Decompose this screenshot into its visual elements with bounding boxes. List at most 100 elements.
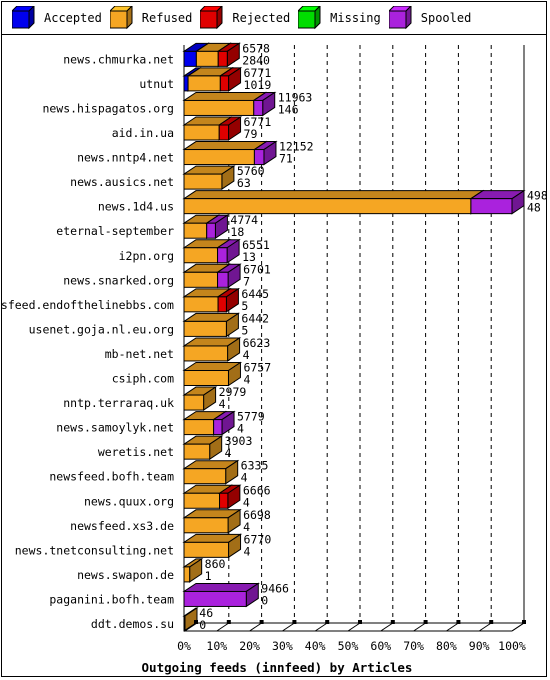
bar-value-secondary: 79 (244, 127, 258, 141)
bar-value-secondary: 0 (199, 618, 206, 632)
labels-group: news.chmurka.net65782840utnut67711019new… (2, 41, 546, 653)
bar-row (182, 214, 230, 240)
bar-row (182, 287, 241, 313)
x-tick (216, 622, 230, 632)
x-tick (413, 622, 426, 632)
x-tick-label: 80% (436, 639, 457, 653)
bar-segment-front (183, 370, 229, 386)
category-label: csiph.com (112, 372, 174, 386)
x-tick-marker (358, 620, 362, 624)
category-label: newsfeed.bofh.team (49, 470, 174, 484)
bar-row (182, 508, 242, 534)
bar-segment-top (182, 190, 485, 200)
category-label: news.ausics.net (70, 175, 174, 189)
category-label: news.nntp4.net (77, 151, 174, 165)
x-tick-label: 60% (370, 639, 391, 653)
legend-label: Rejected (232, 11, 291, 25)
legend-label: Refused (141, 11, 193, 25)
cube-icon (388, 6, 415, 30)
bar-segment-side (184, 607, 198, 632)
x-tick-label: 100% (498, 639, 526, 653)
x-tick-marker (423, 620, 428, 624)
category-label: aid.in.ua (112, 126, 174, 140)
x-tick (347, 622, 361, 632)
bar-value-secondary: 4 (225, 446, 232, 460)
bar-segment-front (183, 271, 219, 288)
x-tick-marker (194, 620, 198, 624)
bar-segment-front (183, 419, 215, 436)
bars-group (182, 42, 526, 632)
x-tick (282, 622, 295, 632)
category-label: news.1d4.us (98, 200, 174, 214)
x-tick-marker (226, 620, 231, 624)
bar-segment-front (253, 149, 265, 166)
bar-segment-front (183, 443, 211, 460)
bar-segment-front (219, 492, 229, 509)
category-label: news.snarked.org (63, 273, 174, 287)
bar-value-secondary: 146 (278, 102, 299, 116)
bar-value-secondary: 71 (279, 152, 293, 166)
bar-segment-top (182, 141, 269, 151)
bar-segment-front (183, 247, 219, 264)
bar-segment-front (206, 222, 216, 239)
bar-segment-front (183, 320, 227, 337)
category-label: news.quux.org (84, 494, 174, 508)
category-label: ddt.demos.su (91, 617, 174, 631)
bar-row (182, 459, 240, 485)
x-tick-label: 40% (305, 639, 326, 653)
chart-axis-title: Outgoing feeds (innfeed) by Articles (142, 660, 413, 675)
legend-item-spooled: Spooled (388, 6, 472, 30)
x-tick-marker (325, 620, 330, 624)
category-label: usenet.goja.nl.eu.org (29, 322, 174, 336)
x-tick-marker (522, 620, 526, 624)
x-tick-marker (456, 620, 461, 624)
x-tick-label: 30% (272, 639, 293, 653)
x-tick-label: 50% (338, 639, 359, 653)
bar-segment-front (217, 271, 229, 288)
bar-segment-front (183, 492, 221, 509)
bar-segment-top (182, 91, 268, 101)
cube-icon (12, 6, 38, 30)
bar-row (182, 582, 260, 608)
legend-item-missing: Missing (298, 6, 381, 30)
bar-value-secondary: 0 (261, 593, 268, 607)
bar-segment-front (183, 566, 191, 583)
category-label: utnut (139, 77, 174, 91)
x-tick (249, 622, 262, 632)
x-tick (314, 622, 328, 632)
x-tick-label: 10% (206, 639, 227, 653)
x-tick (478, 622, 492, 632)
bar-segment-front (213, 419, 223, 436)
bar-segment-front (253, 99, 264, 116)
bar-row (182, 116, 243, 141)
bar-row (182, 337, 242, 362)
bar-segment-front (183, 517, 229, 534)
bar-segment-front (183, 198, 472, 215)
category-label: newsfeed.endofthelinebbs.com (2, 298, 174, 312)
bar-segment-front (219, 75, 230, 92)
bar-row (182, 312, 241, 338)
bar-segment-front (183, 468, 227, 485)
x-tick (380, 622, 394, 632)
legend-item-rejected: Rejected (200, 6, 290, 30)
bar-segment-front (183, 394, 205, 411)
category-label: paganini.bofh.team (49, 592, 174, 606)
chart-legend: Accepted Refused Rejected Missing Spooled (2, 2, 546, 35)
category-label: nntp.terraraq.uk (63, 396, 174, 410)
cube-icon (200, 6, 226, 30)
bar-segment-front (217, 50, 228, 67)
bar-value-secondary: 48 (527, 201, 541, 215)
legend-item-accepted: Accepted (12, 6, 102, 30)
bar-segment-front (217, 296, 227, 313)
bar-row (182, 263, 242, 289)
bar-row (182, 386, 218, 411)
x-tick-marker (489, 620, 494, 624)
bar-value-secondary: 1 (205, 569, 212, 583)
cube-icon (109, 6, 136, 30)
bar-segment-front (183, 124, 220, 141)
legend-label: Spooled (420, 11, 472, 25)
bar-segment-front (183, 590, 247, 607)
category-label: news.chmurka.net (63, 52, 174, 66)
x-tick-marker (259, 620, 264, 624)
bar-row (182, 484, 242, 510)
